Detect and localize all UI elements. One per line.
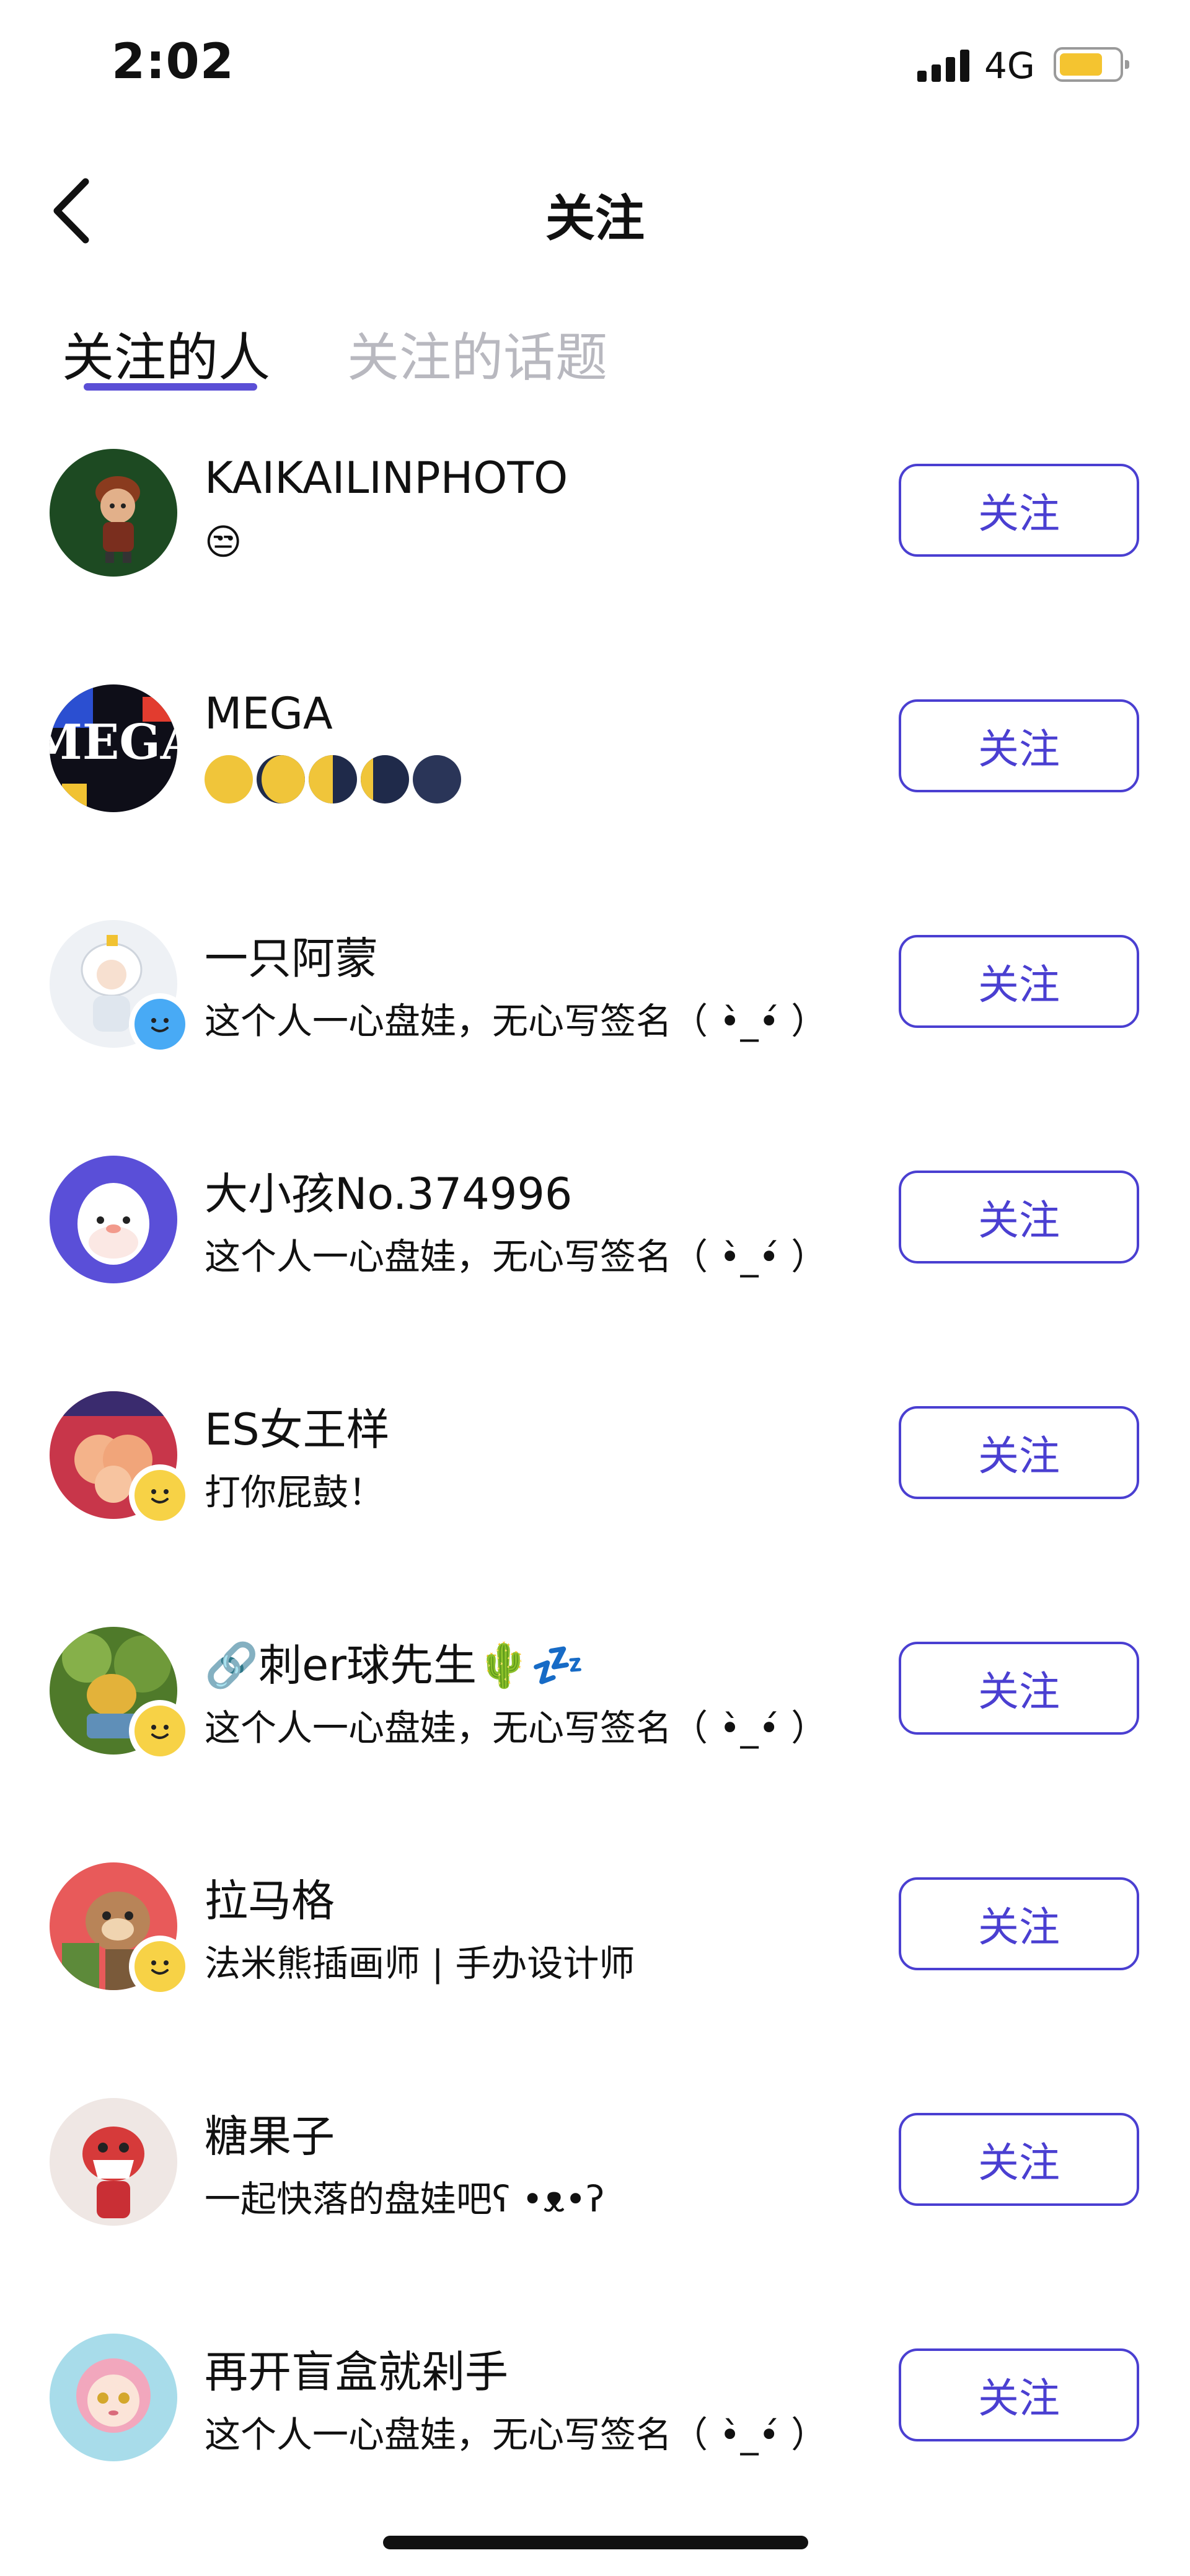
list-item[interactable]: 再开盲盒就剁手 这个人一心盘娃，无心写签名（ •̀_•́ ） 关注 [0, 2319, 1190, 2554]
navigation-bar: 关注 [0, 149, 1190, 273]
user-name: MEGA [205, 688, 333, 739]
status-time: 2:02 [112, 34, 235, 90]
user-level-badge [129, 1700, 191, 1762]
list-item[interactable]: 大小孩No.374996 这个人一心盘娃，无心写签名（ •̀_•́ ） 关注 [0, 1141, 1190, 1376]
avatar[interactable] [50, 1156, 177, 1283]
smile-icon [151, 1960, 169, 1975]
tab-followed-people[interactable]: 关注的人 [62, 316, 270, 391]
user-signature: 这个人一心盘娃，无心写签名（ •̀_•́ ） [205, 1000, 827, 1042]
tab-followed-topics[interactable]: 关注的话题 [347, 316, 607, 391]
user-level-badge [129, 993, 191, 1055]
active-tab-indicator [84, 383, 257, 391]
user-signature: 这个人一心盘娃，无心写签名（ •̀_•́ ） [205, 2414, 827, 2456]
follow-button[interactable]: 关注 [899, 1171, 1139, 1264]
status-bar: 2:02 4G [0, 0, 1190, 124]
user-signature: 打你屁鼓！ [205, 1471, 385, 1513]
follow-button[interactable]: 关注 [899, 2113, 1139, 2206]
follow-screen: 2:02 4G 关注 关注的人 关注的话题 KAIKAILINPHOTO 😒 关… [0, 0, 1190, 2576]
home-indicator[interactable] [383, 2536, 808, 2549]
follow-button[interactable]: 关注 [899, 2348, 1139, 2441]
follow-button[interactable]: 关注 [899, 1642, 1139, 1735]
avatar[interactable] [50, 2334, 177, 2461]
user-name: 🔗刺er球先生🌵💤 [205, 1640, 585, 1691]
smile-icon [151, 1489, 169, 1503]
new-moon-icon [413, 755, 461, 803]
waning-gibbous-moon-icon [257, 755, 305, 803]
list-item[interactable]: 🔗刺er球先生🌵💤 这个人一心盘娃，无心写签名（ •̀_•́ ） 关注 [0, 1612, 1190, 1848]
list-item[interactable]: KAIKAILINPHOTO 😒 关注 [0, 434, 1190, 670]
smile-icon [151, 1725, 169, 1739]
mega-avatar-text: MEGA [50, 714, 177, 771]
last-quarter-moon-icon [309, 755, 357, 803]
signal-icon [917, 50, 969, 82]
follow-button[interactable]: 关注 [899, 1406, 1139, 1499]
user-name: ES女王样 [205, 1404, 390, 1455]
list-item[interactable]: ES女王样 打你屁鼓！ 关注 [0, 1376, 1190, 1612]
waning-crescent-moon-icon [361, 755, 409, 803]
user-name: 大小孩No.374996 [205, 1169, 573, 1219]
follow-button[interactable]: 关注 [899, 464, 1139, 557]
user-signature: 😒 [205, 521, 242, 563]
avatar[interactable] [50, 449, 177, 577]
user-signature: 这个人一心盘娃，无心写签名（ •̀_•́ ） [205, 1707, 827, 1749]
list-item[interactable]: 一只阿蒙 这个人一心盘娃，无心写签名（ •̀_•́ ） 关注 [0, 905, 1190, 1141]
user-signature: 一起快落的盘娃吧ʕ •ᴥ•ʔ [205, 2178, 605, 2220]
user-name: KAIKAILINPHOTO [205, 453, 568, 503]
following-list: KAIKAILINPHOTO 😒 关注 MEGA MEGA [0, 434, 1190, 2554]
user-name: 拉马格 [205, 1875, 335, 1926]
avatar[interactable] [50, 2098, 177, 2226]
follow-button[interactable]: 关注 [899, 699, 1139, 792]
user-level-badge [129, 1464, 191, 1526]
user-signature: 这个人一心盘娃，无心写签名（ •̀_•́ ） [205, 1236, 827, 1278]
follow-button[interactable]: 关注 [899, 1877, 1139, 1970]
list-item[interactable]: MEGA MEGA 关注 [0, 670, 1190, 905]
full-moon-icon [205, 755, 253, 803]
user-level-badge [129, 1936, 191, 1998]
user-signature: 法米熊插画师 | 手办设计师 [205, 1942, 635, 1985]
follow-button[interactable]: 关注 [899, 935, 1139, 1028]
user-name: 一只阿蒙 [205, 933, 378, 984]
battery-icon [1054, 47, 1129, 82]
smile-icon [151, 1018, 169, 1032]
network-type: 4G [984, 45, 1035, 87]
tab-bar: 关注的人 关注的话题 [0, 304, 1190, 403]
list-item[interactable]: 糖果子 一起快落的盘娃吧ʕ •ᴥ•ʔ 关注 [0, 2083, 1190, 2319]
user-name: 再开盲盒就剁手 [205, 2347, 508, 2397]
list-item[interactable]: 拉马格 法米熊插画师 | 手办设计师 关注 [0, 1848, 1190, 2083]
user-name: 糖果子 [205, 2111, 335, 2162]
avatar[interactable]: MEGA [50, 684, 177, 812]
page-title: 关注 [545, 190, 645, 247]
